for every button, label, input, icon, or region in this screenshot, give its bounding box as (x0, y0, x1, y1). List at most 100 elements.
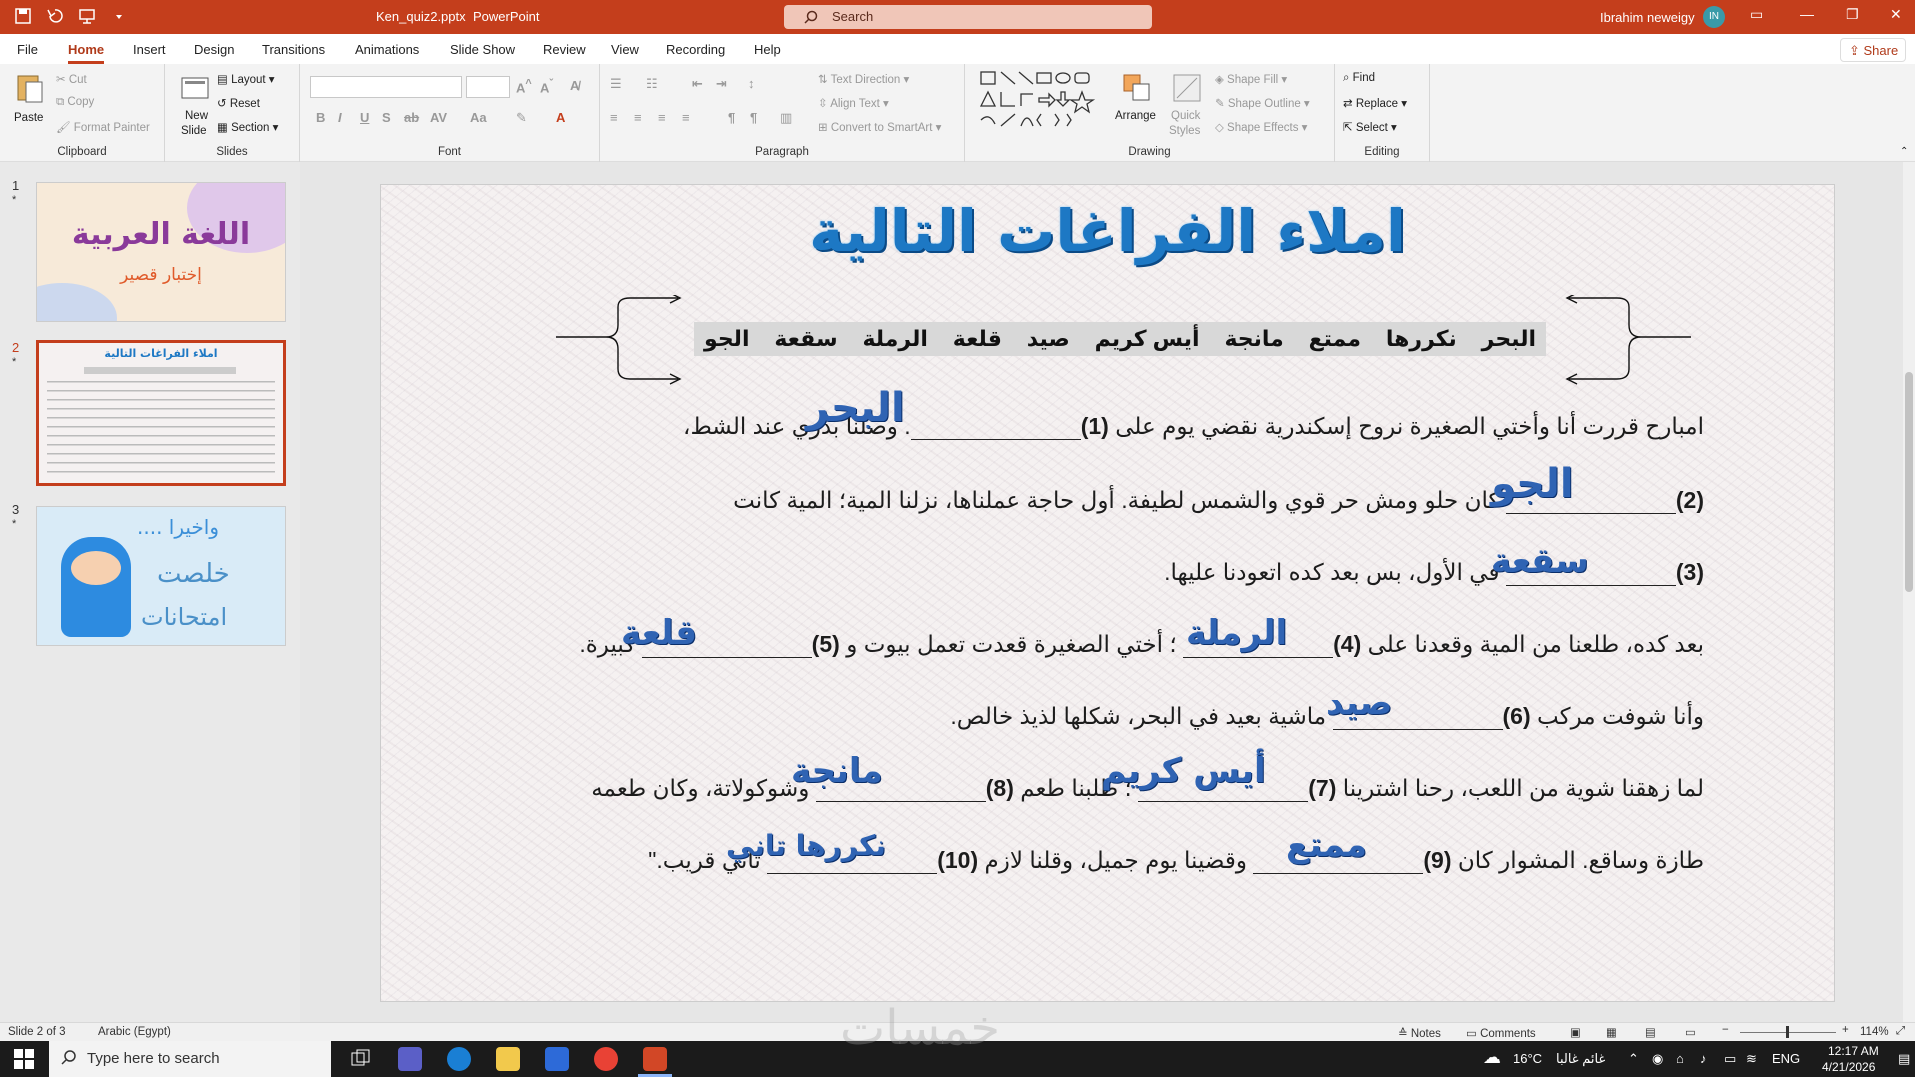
font-color-icon[interactable]: A (556, 110, 565, 125)
paragraph-line-4[interactable]: بعد كده، طلعنا من المية وقعدنا على (4) ؛… (579, 631, 1704, 658)
find-button[interactable]: ⌕ Find (1343, 72, 1375, 85)
language-indicator[interactable]: Arabic (Egypt) (98, 1026, 171, 1038)
share-button[interactable]: ⇪ Share (1840, 38, 1906, 62)
weather-text[interactable]: غائم غالبا (1556, 1051, 1605, 1067)
convert-smartart-button[interactable]: ⊞ Convert to SmartArt ▾ (818, 120, 941, 134)
align-center-icon[interactable]: ≡ (634, 110, 642, 125)
strikethrough-icon[interactable]: ab (404, 110, 419, 125)
slide-sorter-icon[interactable]: ▦ (1606, 1025, 1617, 1039)
notifications-icon[interactable]: ▤ (1898, 1051, 1910, 1067)
normal-view-icon[interactable]: ▣ (1570, 1025, 1581, 1039)
tab-animations[interactable]: Animations (355, 42, 419, 57)
notes-button[interactable]: ≙ Notes (1398, 1026, 1441, 1040)
format-painter-button[interactable]: 🖌 Format Painter (56, 120, 150, 134)
close-icon[interactable]: ✕ (1890, 6, 1902, 23)
tab-review[interactable]: Review (543, 42, 586, 57)
bold-icon[interactable]: B (316, 110, 325, 125)
thumbnail-slide-3[interactable]: واخيرا .... خلصت امتحانات (36, 506, 286, 646)
tab-view[interactable]: View (611, 42, 639, 57)
zoom-in-icon[interactable]: + (1842, 1024, 1849, 1036)
ltr-icon[interactable]: ¶ (750, 110, 757, 125)
slide-title[interactable]: املاء الفراغات التالية (381, 197, 1834, 265)
shapes-gallery[interactable] (979, 70, 1099, 130)
autosave-icon[interactable] (14, 7, 32, 25)
answer-6[interactable]: صيد (1326, 683, 1392, 723)
battery-icon[interactable]: ▭ (1724, 1051, 1736, 1067)
undo-icon[interactable] (46, 7, 64, 25)
tab-transitions[interactable]: Transitions (262, 42, 325, 57)
avatar[interactable]: IN (1703, 6, 1725, 28)
tab-slide-show[interactable]: Slide Show (450, 42, 515, 57)
rtl-icon[interactable]: ¶ (728, 110, 735, 125)
file-explorer-icon[interactable] (496, 1047, 520, 1071)
zoom-slider-thumb[interactable] (1786, 1026, 1789, 1038)
tab-insert[interactable]: Insert (133, 42, 166, 57)
user-name[interactable]: Ibrahim neweigy (1600, 10, 1695, 25)
restore-icon[interactable]: ❐ (1846, 6, 1859, 23)
columns-icon[interactable]: ▥ (780, 110, 792, 126)
tab-home[interactable]: Home (68, 42, 105, 64)
slideshow-view-icon[interactable]: ▭ (1685, 1025, 1696, 1039)
word-bank[interactable]: البحر نكررها ممتع مانجة أيس كريم صيد قلع… (694, 322, 1546, 356)
align-left-icon[interactable]: ≡ (610, 110, 618, 125)
vertical-scrollbar[interactable] (1903, 162, 1915, 1022)
zoom-level[interactable]: 114% (1860, 1026, 1889, 1038)
tray-app-icon[interactable]: ◉ (1652, 1051, 1663, 1067)
answer-1[interactable]: البحر (806, 385, 905, 431)
scrollbar-thumb[interactable] (1905, 372, 1913, 592)
font-size-select[interactable] (466, 76, 510, 98)
paragraph-line-3[interactable]: (3) في الأول، بس بعد كده اتعودنا عليها. (1164, 559, 1704, 586)
increase-indent-icon[interactable]: ⇥ (716, 76, 727, 92)
tab-help[interactable]: Help (754, 42, 781, 57)
answer-4[interactable]: الرملة (1186, 613, 1287, 653)
powerpoint-icon[interactable] (643, 1047, 667, 1071)
fit-to-window-icon[interactable]: ⤢ (1896, 1025, 1905, 1038)
reading-view-icon[interactable]: ▤ (1645, 1025, 1656, 1039)
tab-recording[interactable]: Recording (666, 42, 725, 57)
shape-fill-button[interactable]: ◈ Shape Fill ▾ (1215, 72, 1287, 86)
change-case-icon[interactable]: Aa (470, 110, 487, 125)
shadow-icon[interactable]: S (382, 110, 391, 125)
highlight-icon[interactable]: ✎ (516, 110, 527, 126)
search-input[interactable]: Search (784, 5, 1152, 29)
answer-9[interactable]: ممتع (1286, 825, 1367, 865)
answer-7[interactable]: أيس كريم (1101, 751, 1266, 791)
task-view-icon[interactable] (348, 1047, 372, 1071)
reset-button[interactable]: ↺ Reset (217, 96, 260, 110)
ribbon-display-icon[interactable]: ▭ (1750, 6, 1763, 23)
collapse-ribbon-icon[interactable]: ⌃ (1900, 146, 1908, 157)
answer-5[interactable]: قلعة (621, 613, 697, 653)
shape-outline-button[interactable]: ✎ Shape Outline ▾ (1215, 96, 1310, 110)
align-text-button[interactable]: ⇳ Align Text ▾ (818, 96, 889, 110)
cut-button[interactable]: ✂ Cut (56, 72, 87, 86)
present-icon[interactable] (78, 7, 96, 25)
store-icon[interactable] (545, 1047, 569, 1071)
italic-icon[interactable]: I (338, 110, 342, 125)
increase-font-icon[interactable]: A^ (516, 78, 532, 95)
thumbnail-slide-2[interactable]: املاء الفراغات التالية (36, 340, 286, 486)
quick-styles-button[interactable]: Quick Styles (1165, 70, 1209, 150)
answer-3[interactable]: سقعة (1491, 541, 1589, 581)
paste-button[interactable]: Paste (10, 70, 50, 140)
copy-button[interactable]: ⧉ Copy (56, 96, 94, 109)
show-hidden-icons-icon[interactable]: ⌃ (1628, 1051, 1639, 1067)
new-slide-button[interactable]: New Slide (175, 70, 215, 150)
start-button[interactable] (14, 1049, 34, 1072)
layout-button[interactable]: ▤ Layout ▾ (217, 72, 275, 86)
customize-qat-icon[interactable] (110, 7, 128, 25)
answer-10[interactable]: نكررها تاني (726, 829, 886, 862)
tab-design[interactable]: Design (194, 42, 234, 57)
network-icon[interactable]: ⌂ (1676, 1051, 1684, 1066)
arrange-button[interactable]: Arrange (1115, 70, 1159, 150)
copilot-icon[interactable] (398, 1047, 422, 1071)
taskbar-search-input[interactable]: Type here to search (49, 1041, 331, 1077)
answer-8[interactable]: مانجة (791, 751, 883, 791)
bullets-icon[interactable]: ☰ (610, 76, 622, 92)
select-button[interactable]: ⇱ Select ▾ (1343, 120, 1397, 134)
section-button[interactable]: ▦ Section ▾ (217, 120, 278, 134)
weather-icon[interactable]: ☁ (1483, 1047, 1501, 1068)
decrease-font-icon[interactable]: Aˇ (540, 78, 553, 95)
slide-canvas[interactable]: املاء الفراغات التالية البحر نكررها ممتع… (380, 184, 1835, 1002)
shape-effects-button[interactable]: ◇ Shape Effects ▾ (1215, 120, 1307, 134)
temperature[interactable]: 16°C (1513, 1051, 1542, 1066)
